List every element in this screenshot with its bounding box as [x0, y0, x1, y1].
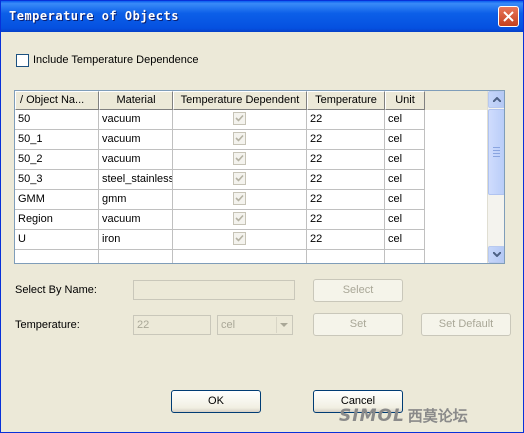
table-header: / Object Na... Material Temperature Depe… [15, 91, 488, 110]
include-temperature-dependence-label: Include Temperature Dependence [33, 54, 199, 66]
checkmark-icon [235, 114, 244, 122]
material-cell[interactable]: vacuum [99, 110, 173, 130]
object-name-cell[interactable]: U [15, 230, 99, 250]
table-row[interactable]: 50 vacuum 22 cel [15, 110, 425, 130]
scroll-up-button[interactable] [488, 91, 504, 108]
scroll-down-button[interactable] [488, 246, 504, 263]
unit-cell[interactable]: cel [385, 150, 425, 170]
temperature-dependent-checkbox[interactable] [233, 211, 246, 225]
select-by-name-input[interactable] [133, 280, 295, 300]
chevron-down-icon [280, 323, 288, 327]
temperature-unit-select[interactable]: cel [217, 315, 293, 335]
chevron-up-icon [493, 97, 501, 102]
temperature-label: Temperature: [15, 319, 80, 331]
material-cell[interactable]: steel_stainless [99, 170, 173, 190]
temperature-dependent-checkbox[interactable] [233, 111, 246, 125]
temperature-dependent-checkbox[interactable] [233, 131, 246, 145]
temperature-dependent-cell[interactable] [173, 170, 307, 190]
unit-cell[interactable]: cel [385, 230, 425, 250]
select-button[interactable]: Select [313, 279, 403, 302]
temperature-dependent-checkbox[interactable] [233, 171, 246, 185]
temperature-dependent-cell[interactable] [173, 150, 307, 170]
ok-button[interactable]: OK [171, 390, 261, 413]
dropdown-arrow[interactable] [276, 317, 291, 333]
checkmark-icon [235, 134, 244, 142]
checkmark-icon [235, 154, 244, 162]
table-body: 50 vacuum 22 cel 50_1 vacuum 22 cel 50_2 vacuum 22… [15, 110, 425, 250]
material-cell[interactable]: gmm [99, 190, 173, 210]
temperature-cell[interactable]: 22 [307, 170, 385, 190]
column-header-temperature[interactable]: Temperature [307, 91, 385, 110]
temperature-unit-value: cel [221, 319, 236, 331]
dialog-window: Temperature of Objects Include Temperatu… [0, 0, 524, 433]
table-vertical-scrollbar[interactable] [487, 91, 504, 263]
temperature-input[interactable]: 22 [133, 315, 211, 335]
table-row[interactable]: 50_3 steel_stainless 22 cel [15, 170, 425, 190]
close-button[interactable] [498, 6, 519, 27]
checkmark-icon [235, 214, 244, 222]
unit-cell[interactable]: cel [385, 210, 425, 230]
temperature-dependent-checkbox[interactable] [233, 151, 246, 165]
unit-cell[interactable]: cel [385, 170, 425, 190]
material-cell[interactable]: vacuum [99, 150, 173, 170]
material-cell[interactable]: iron [99, 230, 173, 250]
scroll-thumb[interactable] [488, 109, 504, 195]
table-row[interactable]: 50_1 vacuum 22 cel [15, 130, 425, 150]
unit-cell[interactable]: cel [385, 190, 425, 210]
temperature-dependent-cell[interactable] [173, 230, 307, 250]
temperature-dependent-cell[interactable] [173, 190, 307, 210]
object-name-cell[interactable]: 50 [15, 110, 99, 130]
checkmark-icon [235, 194, 244, 202]
material-cell[interactable]: vacuum [99, 210, 173, 230]
temperature-cell[interactable]: 22 [307, 110, 385, 130]
temperature-cell[interactable]: 22 [307, 230, 385, 250]
temperature-dependent-cell[interactable] [173, 210, 307, 230]
temperature-dependent-checkbox[interactable] [233, 191, 246, 205]
temperature-cell[interactable]: 22 [307, 150, 385, 170]
table-empty-row [15, 250, 425, 263]
material-cell[interactable]: vacuum [99, 130, 173, 150]
select-by-name-label: Select By Name: [15, 284, 97, 296]
include-temperature-dependence-checkbox[interactable] [16, 54, 29, 67]
close-icon [503, 11, 514, 22]
object-name-cell[interactable]: 50_1 [15, 130, 99, 150]
table-row[interactable]: GMM gmm 22 cel [15, 190, 425, 210]
watermark-logo: SIMOL 西莫论坛 [339, 406, 468, 426]
column-header-object-name[interactable]: / Object Na... [15, 91, 99, 110]
object-name-cell[interactable]: Region [15, 210, 99, 230]
temperature-cell[interactable]: 22 [307, 190, 385, 210]
unit-cell[interactable]: cel [385, 130, 425, 150]
window-title: Temperature of Objects [9, 9, 179, 23]
object-name-cell[interactable]: 50_3 [15, 170, 99, 190]
temperature-dependent-cell[interactable] [173, 110, 307, 130]
set-default-button[interactable]: Set Default [421, 313, 511, 336]
temperature-cell[interactable]: 22 [307, 130, 385, 150]
objects-table: / Object Na... Material Temperature Depe… [14, 90, 505, 264]
checkmark-icon [235, 234, 244, 242]
table-row[interactable]: Uiron 22 cel [15, 230, 425, 250]
temperature-dependent-checkbox[interactable] [233, 231, 246, 245]
column-header-material[interactable]: Material [99, 91, 173, 110]
title-bar[interactable]: Temperature of Objects [1, 1, 523, 32]
object-name-cell[interactable]: 50_2 [15, 150, 99, 170]
header-filler [425, 91, 488, 110]
column-header-temperature-dependent[interactable]: Temperature Dependent [173, 91, 307, 110]
temperature-dependent-cell[interactable] [173, 130, 307, 150]
chevron-down-icon [493, 252, 501, 257]
set-button[interactable]: Set [313, 313, 403, 336]
table-row[interactable]: 50_2 vacuum 22 cel [15, 150, 425, 170]
temperature-cell[interactable]: 22 [307, 210, 385, 230]
table-row[interactable]: Region vacuum 22 cel [15, 210, 425, 230]
checkmark-icon [235, 174, 244, 182]
unit-cell[interactable]: cel [385, 110, 425, 130]
column-header-unit[interactable]: Unit [385, 91, 425, 110]
object-name-cell[interactable]: GMM [15, 190, 99, 210]
